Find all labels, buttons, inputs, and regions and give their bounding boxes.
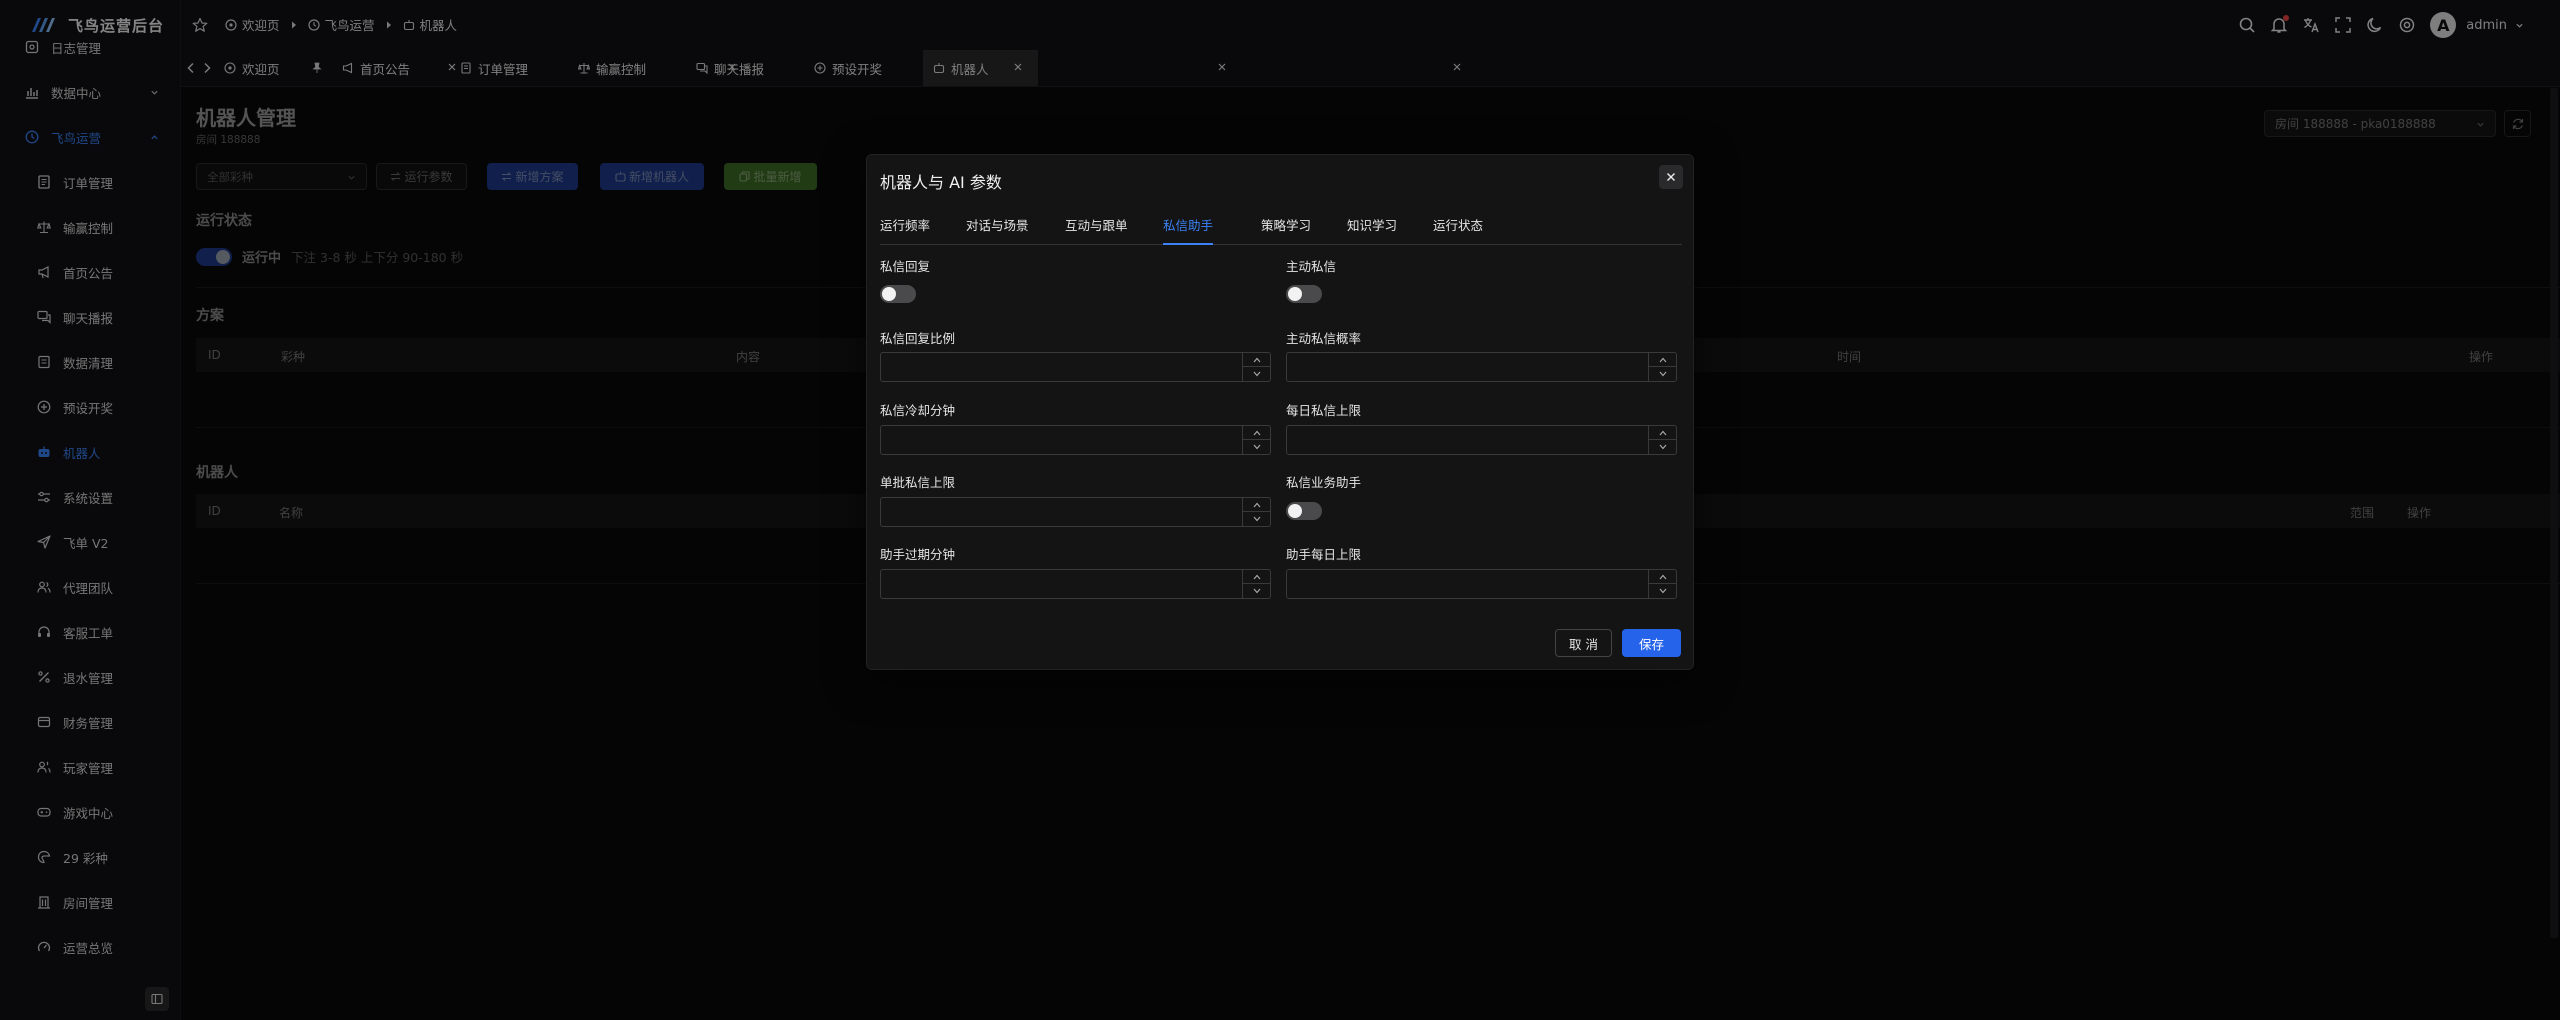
tab-run-status[interactable]: 运行状态 (1433, 215, 1483, 245)
decrement-button[interactable] (1243, 584, 1270, 598)
dialog-tabs: 运行频率 对话与场景 互动与跟单 私信助手 策略学习 知识学习 运行状态 (880, 215, 1682, 245)
increment-button[interactable] (1649, 570, 1676, 584)
tab-interaction-follow[interactable]: 互动与跟单 (1065, 215, 1128, 245)
number-stepper[interactable] (1242, 498, 1270, 526)
save-button[interactable]: 保存 (1622, 629, 1681, 657)
dm-cooldown-input[interactable] (880, 425, 1271, 455)
field-label: 每日私信上限 (1286, 403, 1362, 418)
chevron-up-icon (1253, 357, 1260, 362)
number-stepper[interactable] (1242, 426, 1270, 454)
daily-dm-limit-input[interactable] (1286, 425, 1677, 455)
number-stepper[interactable] (1648, 570, 1676, 598)
dm-reply-toggle[interactable] (880, 285, 916, 303)
field-label: 主动私信 (1286, 259, 1337, 274)
decrement-button[interactable] (1649, 440, 1676, 454)
number-stepper[interactable] (1242, 570, 1270, 598)
number-stepper[interactable] (1648, 426, 1676, 454)
number-stepper[interactable] (1648, 353, 1676, 381)
decrement-button[interactable] (1649, 584, 1676, 598)
chevron-down-icon (1253, 444, 1260, 450)
tab-strategy-learning[interactable]: 策略学习 (1261, 215, 1311, 245)
tab-dm-assistant[interactable]: 私信助手 (1163, 215, 1214, 245)
chevron-up-icon (1253, 502, 1260, 507)
field-label: 私信回复 (880, 259, 931, 274)
decrement-button[interactable] (1243, 512, 1270, 526)
field-label: 私信回复比例 (880, 331, 956, 346)
decrement-button[interactable] (1243, 440, 1270, 454)
increment-button[interactable] (1649, 353, 1676, 367)
chevron-down-icon (1659, 444, 1666, 450)
chevron-down-icon (1253, 371, 1260, 377)
tab-run-frequency[interactable]: 运行频率 (880, 215, 930, 245)
chevron-down-icon (1659, 371, 1666, 377)
field-label: 助手过期分钟 (880, 547, 956, 562)
chevron-down-icon (1253, 588, 1260, 594)
assistant-daily-limit-input[interactable] (1286, 569, 1677, 599)
tab-dialogue-scene[interactable]: 对话与场景 (966, 215, 1029, 245)
tab-knowledge-learning[interactable]: 知识学习 (1347, 215, 1397, 245)
field-label: 单批私信上限 (880, 475, 956, 490)
close-icon (1667, 173, 1675, 181)
dm-business-assistant-toggle[interactable] (1286, 502, 1322, 520)
chevron-up-icon (1253, 430, 1260, 435)
increment-button[interactable] (1243, 498, 1270, 512)
field-label: 私信冷却分钟 (880, 403, 956, 418)
cancel-button[interactable]: 取 消 (1555, 629, 1612, 657)
chevron-up-icon (1659, 574, 1666, 579)
number-stepper[interactable] (1242, 353, 1270, 381)
decrement-button[interactable] (1243, 367, 1270, 381)
chevron-up-icon (1253, 574, 1260, 579)
dialog-title: 机器人与 AI 参数 (880, 173, 1002, 192)
assistant-expiry-input[interactable] (880, 569, 1271, 599)
chevron-down-icon (1659, 588, 1666, 594)
proactive-dm-probability-input[interactable] (1286, 352, 1677, 382)
chevron-down-icon (1253, 516, 1260, 522)
field-label: 主动私信概率 (1286, 331, 1362, 346)
increment-button[interactable] (1243, 426, 1270, 440)
proactive-dm-toggle[interactable] (1286, 285, 1322, 303)
chevron-up-icon (1659, 430, 1666, 435)
batch-dm-limit-input[interactable] (880, 497, 1271, 527)
robot-ai-params-dialog: 机器人与 AI 参数 运行频率 对话与场景 互动与跟单 私信助手 策略学习 知识… (866, 154, 1694, 670)
field-label: 助手每日上限 (1286, 547, 1362, 562)
close-button[interactable] (1659, 165, 1683, 189)
chevron-up-icon (1659, 357, 1666, 362)
dm-reply-ratio-input[interactable] (880, 352, 1271, 382)
increment-button[interactable] (1243, 570, 1270, 584)
increment-button[interactable] (1649, 426, 1676, 440)
decrement-button[interactable] (1649, 367, 1676, 381)
field-label: 私信业务助手 (1286, 475, 1362, 490)
increment-button[interactable] (1243, 353, 1270, 367)
